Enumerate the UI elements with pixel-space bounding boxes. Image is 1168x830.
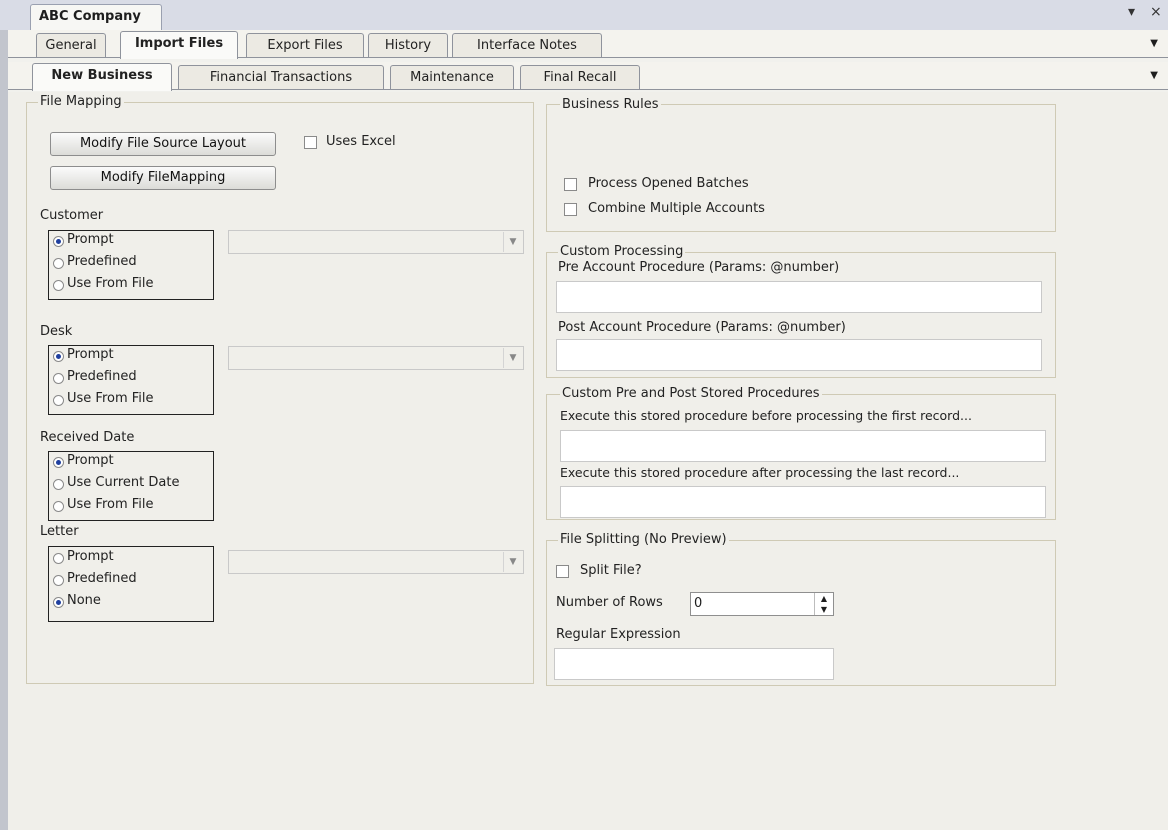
before-procedure-label: Execute this stored procedure before pro… <box>560 408 972 423</box>
desk-radio-group: Prompt Predefined Use From File <box>48 345 214 415</box>
letter-predefined-radio[interactable] <box>53 575 64 586</box>
combine-multiple-accounts-checkbox[interactable] <box>564 203 577 216</box>
letter-label: Letter <box>40 524 79 539</box>
received-date-radio-group: Prompt Use Current Date Use From File <box>48 451 214 521</box>
chevron-down-icon: ▼ <box>503 552 522 572</box>
desk-label: Desk <box>40 324 73 339</box>
tab-interface-notes[interactable]: Interface Notes <box>452 33 602 58</box>
tab-history[interactable]: History <box>368 33 448 58</box>
main-tab-row: General Import Files Export Files Histor… <box>2 30 1168 59</box>
split-file-checkbox[interactable] <box>556 565 569 578</box>
file-mapping-title: File Mapping <box>38 94 124 109</box>
combine-multiple-accounts-label: Combine Multiple Accounts <box>588 201 765 216</box>
received-date-prompt-radio[interactable] <box>53 457 64 468</box>
main-tabs-overflow-icon[interactable]: ▼ <box>1150 38 1158 49</box>
file-splitting-title: File Splitting (No Preview) <box>558 532 729 547</box>
tab-financial-transactions[interactable]: Financial Transactions <box>178 65 384 90</box>
customer-radio-group: Prompt Predefined Use From File <box>48 230 214 300</box>
pin-dropdown-icon[interactable]: ▾ <box>1128 4 1135 20</box>
customer-select[interactable]: ▼ <box>228 230 524 254</box>
tab-import-files[interactable]: Import Files <box>120 31 238 59</box>
sub-tabs-overflow-icon[interactable]: ▼ <box>1150 70 1158 81</box>
number-of-rows-label: Number of Rows <box>556 595 663 610</box>
uses-excel-label: Uses Excel <box>326 134 396 149</box>
process-opened-batches-checkbox[interactable] <box>564 178 577 191</box>
received-date-use-current-radio[interactable] <box>53 479 64 490</box>
post-account-procedure-label: Post Account Procedure (Params: @number) <box>558 320 846 335</box>
chevron-down-icon: ▼ <box>503 232 522 252</box>
customer-prompt-radio[interactable] <box>53 236 64 247</box>
window-frame-left <box>0 30 8 830</box>
desk-predefined-label: Predefined <box>67 369 137 384</box>
desk-select[interactable]: ▼ <box>228 346 524 370</box>
letter-select[interactable]: ▼ <box>228 550 524 574</box>
customer-use-from-file-radio[interactable] <box>53 280 64 291</box>
regular-expression-input[interactable] <box>554 648 834 680</box>
customer-predefined-radio[interactable] <box>53 258 64 269</box>
desk-use-from-file-label: Use From File <box>67 391 154 406</box>
business-rules-title: Business Rules <box>560 97 661 112</box>
received-date-use-from-file-label: Use From File <box>67 497 154 512</box>
received-date-prompt-label: Prompt <box>67 453 114 468</box>
letter-radio-group: Prompt Predefined None <box>48 546 214 622</box>
modify-file-source-layout-button[interactable]: Modify File Source Layout <box>50 132 276 156</box>
uses-excel-checkbox[interactable] <box>304 136 317 149</box>
letter-prompt-label: Prompt <box>67 549 114 564</box>
process-opened-batches-label: Process Opened Batches <box>588 176 749 191</box>
tab-export-files[interactable]: Export Files <box>246 33 364 58</box>
letter-none-radio[interactable] <box>53 597 64 608</box>
pre-account-procedure-input[interactable] <box>556 281 1042 313</box>
sub-tab-row: New Business Financial Transactions Main… <box>2 62 1168 91</box>
chevron-down-icon: ▼ <box>503 348 522 368</box>
number-of-rows-stepper[interactable]: 0 ▲ ▼ <box>690 592 834 616</box>
post-account-procedure-input[interactable] <box>556 339 1042 371</box>
after-procedure-label: Execute this stored procedure after proc… <box>560 465 960 480</box>
letter-predefined-label: Predefined <box>67 571 137 586</box>
tab-maintenance[interactable]: Maintenance <box>390 65 514 90</box>
content-panel: File Mapping Modify File Source Layout M… <box>8 92 1168 830</box>
modify-file-mapping-button[interactable]: Modify FileMapping <box>50 166 276 190</box>
custom-processing-title: Custom Processing <box>558 244 686 259</box>
regular-expression-label: Regular Expression <box>556 627 681 642</box>
pre-account-procedure-label: Pre Account Procedure (Params: @number) <box>558 260 840 275</box>
before-procedure-input[interactable] <box>560 430 1046 462</box>
after-procedure-input[interactable] <box>560 486 1046 518</box>
desk-prompt-radio[interactable] <box>53 351 64 362</box>
customer-label: Customer <box>40 208 104 223</box>
tab-final-recall[interactable]: Final Recall <box>520 65 640 90</box>
custom-pre-post-title: Custom Pre and Post Stored Procedures <box>560 386 822 401</box>
desk-prompt-label: Prompt <box>67 347 114 362</box>
close-icon[interactable]: × <box>1150 4 1162 20</box>
number-of-rows-value: 0 <box>694 596 703 611</box>
customer-prompt-label: Prompt <box>67 232 114 247</box>
letter-prompt-radio[interactable] <box>53 553 64 564</box>
received-date-use-current-label: Use Current Date <box>67 475 180 490</box>
desk-predefined-radio[interactable] <box>53 373 64 384</box>
letter-none-label: None <box>67 593 101 608</box>
customer-use-from-file-label: Use From File <box>67 276 154 291</box>
tab-new-business[interactable]: New Business <box>32 63 172 91</box>
split-file-label: Split File? <box>580 563 642 578</box>
document-tab-abc-company[interactable]: ABC Company <box>30 4 162 30</box>
tab-general[interactable]: General <box>36 33 106 58</box>
received-date-use-from-file-radio[interactable] <box>53 501 64 512</box>
customer-predefined-label: Predefined <box>67 254 137 269</box>
desk-use-from-file-radio[interactable] <box>53 395 64 406</box>
subtab-row-divider <box>2 89 1168 90</box>
document-tab-strip <box>0 0 1168 30</box>
spin-arrows-icon[interactable]: ▲ ▼ <box>814 593 833 615</box>
received-date-label: Received Date <box>40 430 135 445</box>
